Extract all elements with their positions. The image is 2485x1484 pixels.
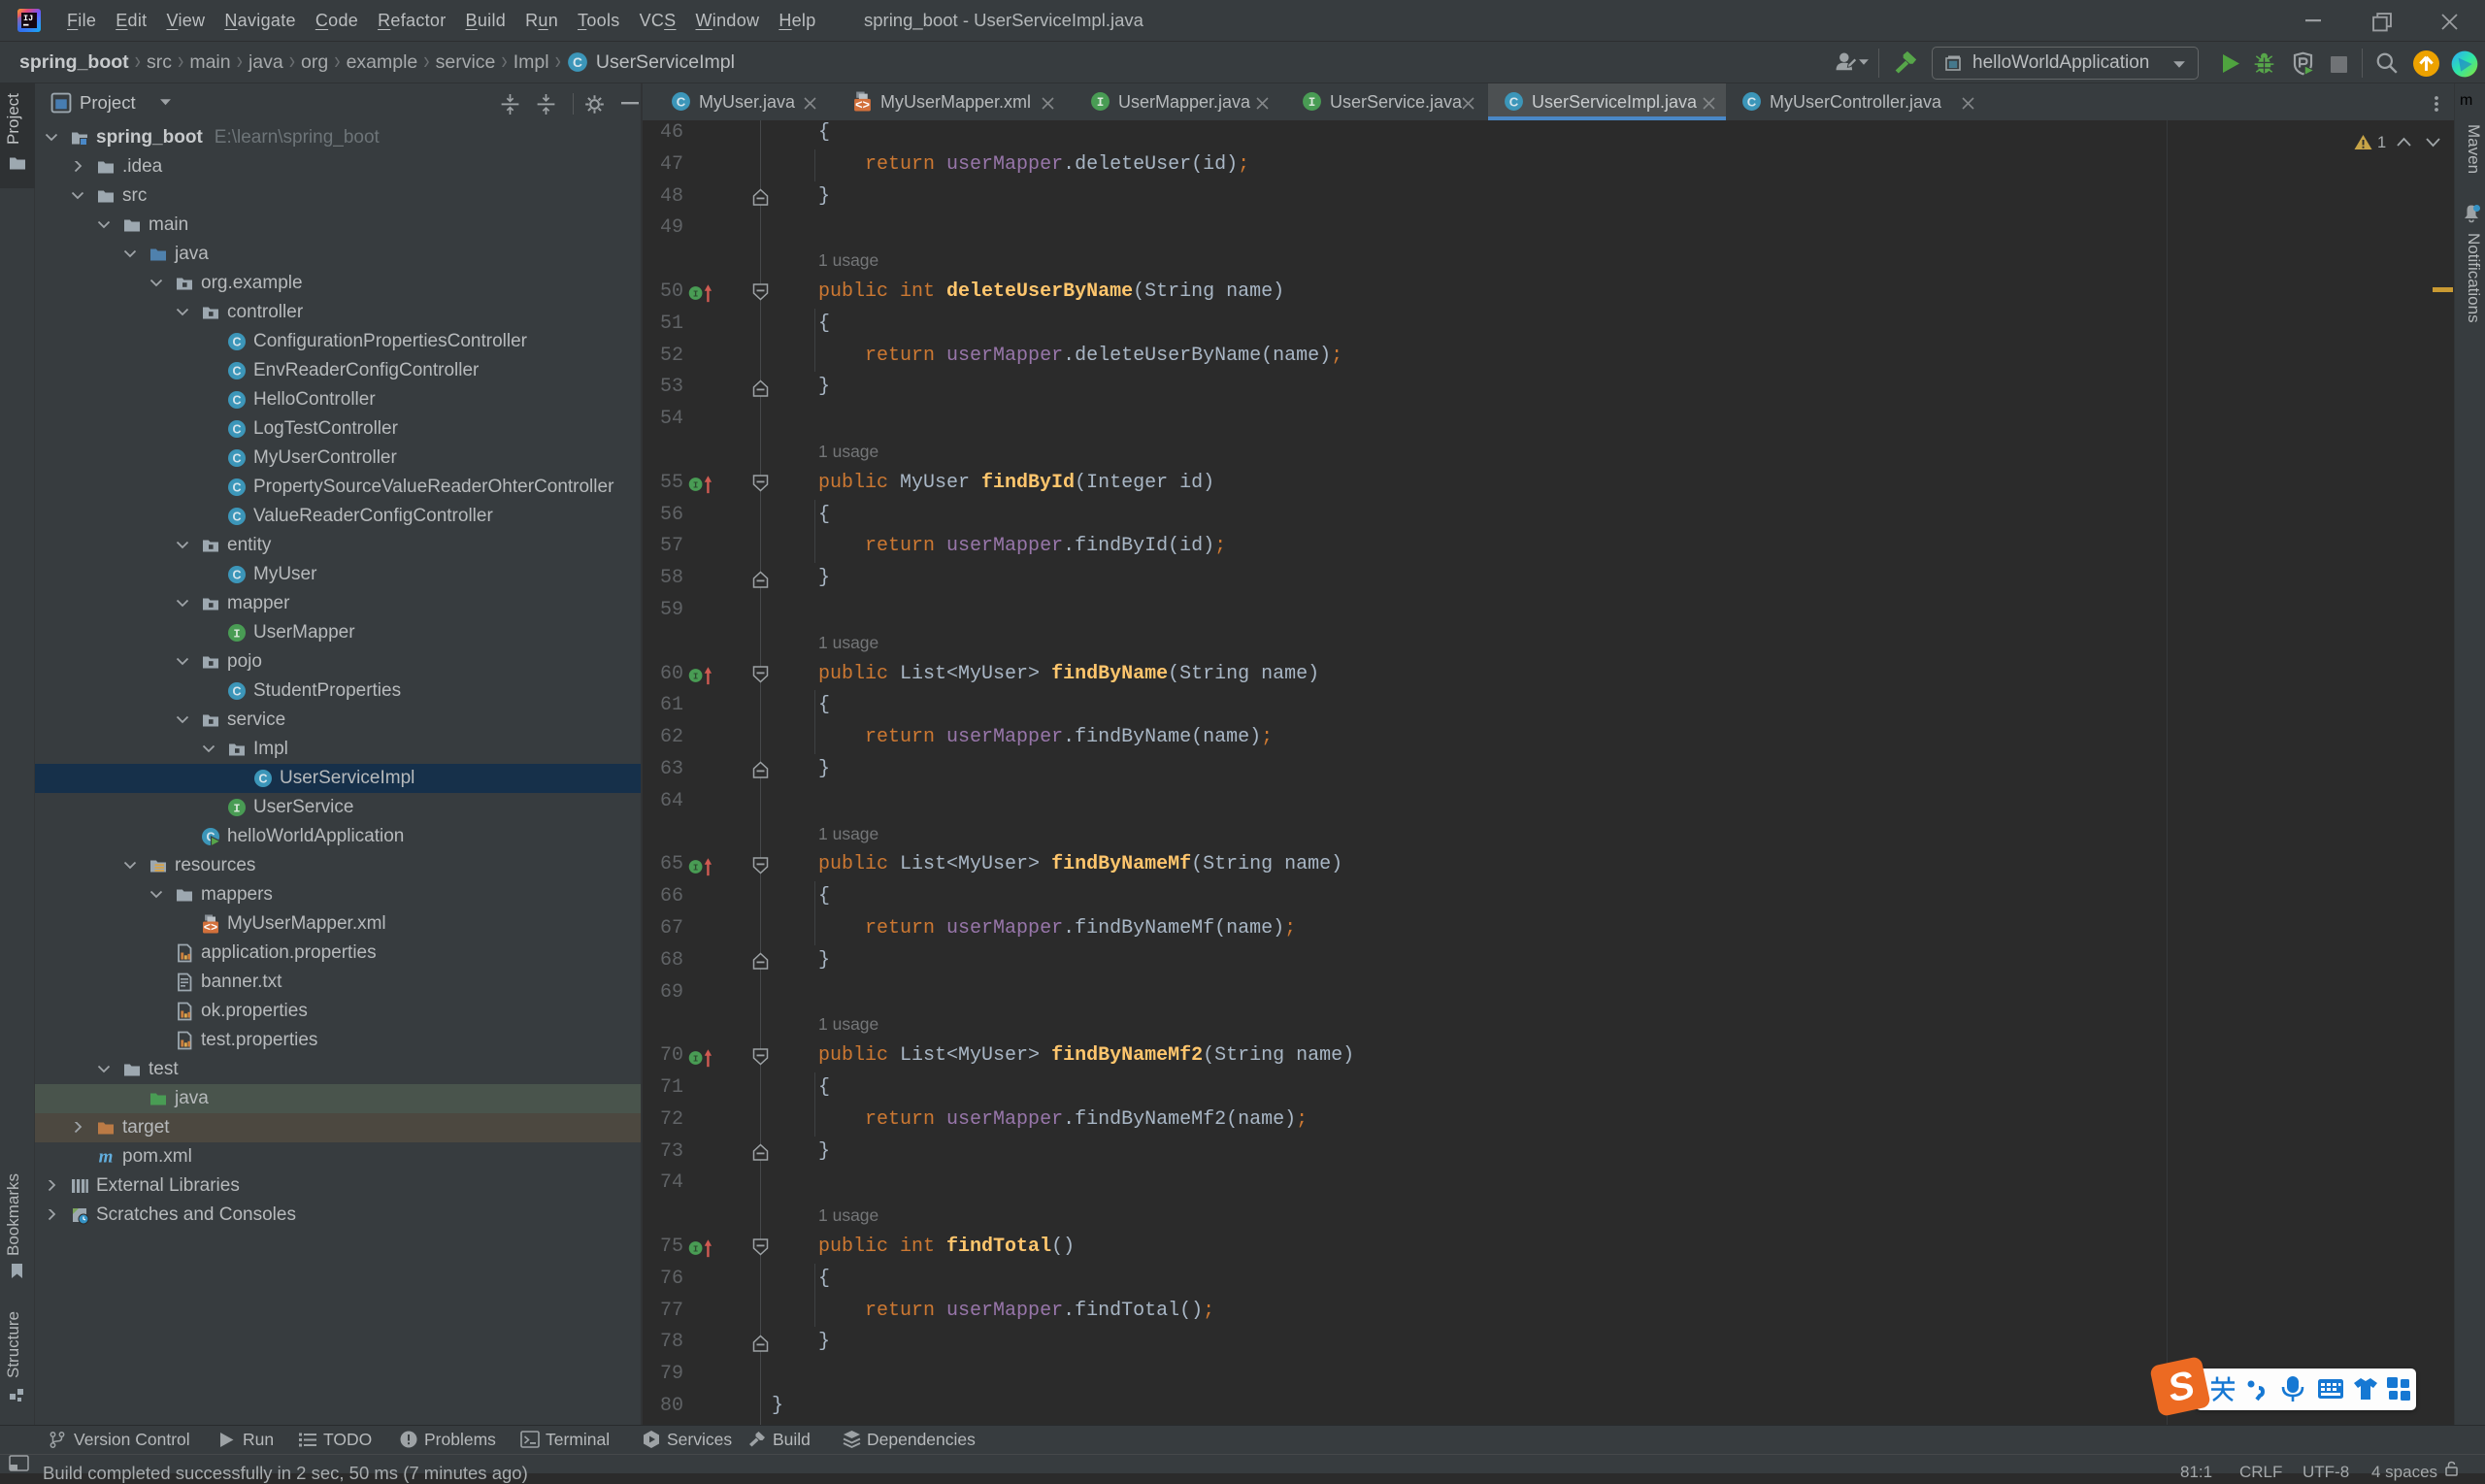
svg-text:I: I <box>693 289 699 300</box>
svg-text:C: C <box>232 365 241 379</box>
svg-text:C: C <box>573 55 582 70</box>
svg-text:C: C <box>232 336 241 349</box>
svg-text:C: C <box>232 569 241 582</box>
svg-text:I: I <box>233 627 240 641</box>
svg-text:C: C <box>677 94 686 109</box>
svg-text:C: C <box>232 685 241 699</box>
svg-text:I: I <box>1097 96 1105 110</box>
svg-text:I: I <box>233 802 240 815</box>
svg-text:I: I <box>693 672 699 682</box>
svg-text:<>: <> <box>204 921 217 934</box>
svg-text:I: I <box>1309 96 1316 110</box>
svg-text:C: C <box>232 452 241 466</box>
svg-text:I: I <box>693 480 699 491</box>
svg-text:C: C <box>232 511 241 524</box>
svg-text:C: C <box>232 423 241 437</box>
svg-text:m: m <box>99 1147 114 1167</box>
svg-text:C: C <box>232 481 241 495</box>
svg-text:I: I <box>693 862 699 873</box>
svg-text:C: C <box>258 773 267 786</box>
svg-text:C: C <box>1509 94 1519 109</box>
svg-text:I: I <box>693 1053 699 1064</box>
svg-text:C: C <box>1747 94 1757 109</box>
svg-text:IJ: IJ <box>23 14 33 23</box>
svg-text:I: I <box>693 1244 699 1255</box>
svg-text:C: C <box>232 394 241 408</box>
svg-text:<>: <> <box>855 99 870 112</box>
